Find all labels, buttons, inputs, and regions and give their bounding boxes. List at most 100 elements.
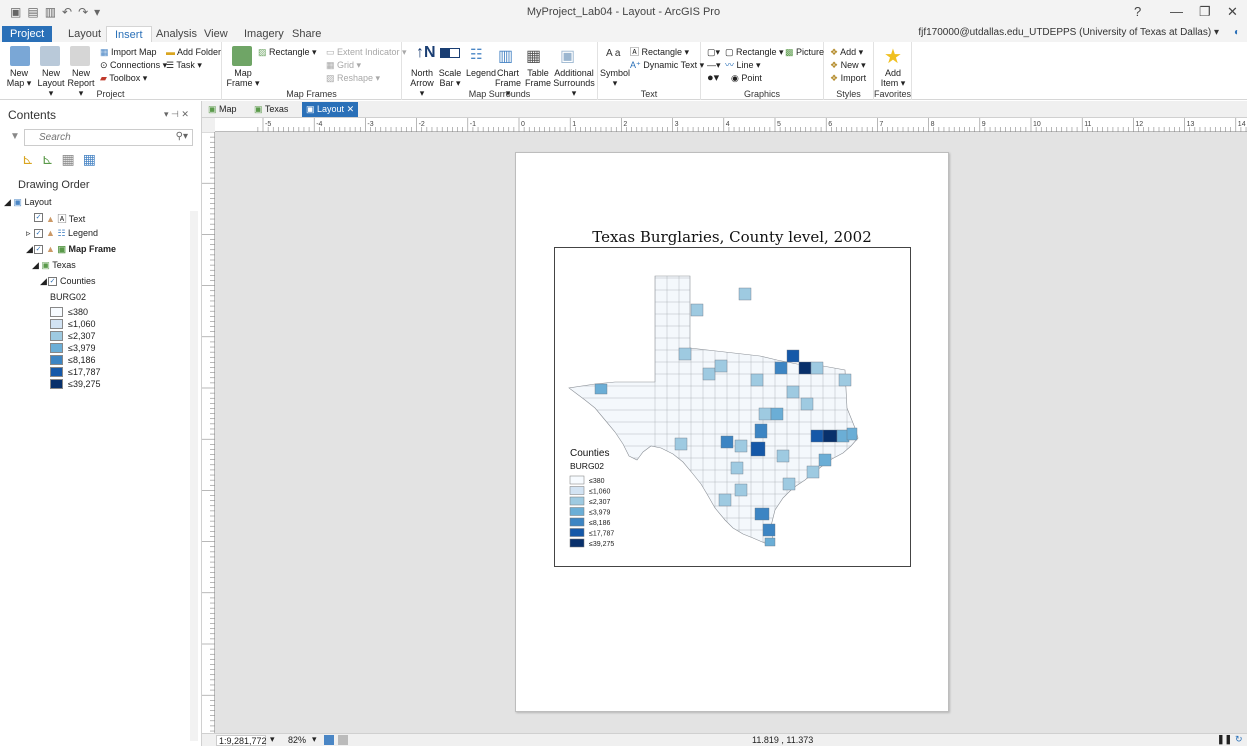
snapping-list-icon[interactable]: ▦: [83, 151, 96, 168]
refresh-icon[interactable]: ↻: [1235, 734, 1243, 745]
selection-list-icon[interactable]: ▦: [61, 151, 74, 168]
user-account[interactable]: fjf170000@utdallas.edu_UTDEPPS (Universi…: [918, 27, 1219, 38]
styles-add-button[interactable]: ❖ Add ▾: [830, 47, 863, 57]
search-icon[interactable]: ⚲▾: [176, 131, 188, 142]
rectangle-frame-button[interactable]: ▨ Rectangle ▾: [258, 47, 317, 57]
new-layout-icon: [40, 46, 60, 66]
contents-scrollbar[interactable]: [190, 211, 198, 741]
class-swatch[interactable]: [50, 355, 63, 365]
styles-new-button[interactable]: ❖ New ▾: [830, 60, 866, 70]
collapse-counties-icon[interactable]: ◢: [40, 276, 47, 287]
county: [714, 359, 728, 373]
drawing-order-icon[interactable]: ⊾: [22, 151, 34, 168]
tab-view[interactable]: View: [196, 26, 236, 42]
class-swatch[interactable]: [50, 331, 63, 341]
tab-layout[interactable]: Layout: [60, 26, 109, 42]
map-title-text[interactable]: Texas Burglaries, County level, 2002: [515, 228, 949, 246]
tab-insert[interactable]: Insert: [106, 26, 152, 42]
checkbox-counties[interactable]: ✓: [48, 277, 57, 286]
map-frame[interactable]: Counties BURG02 ≤380 ≤1,060 ≤2,307 ≤3,979 ≤8…: [554, 247, 911, 567]
expand-legend-icon[interactable]: ▹: [26, 228, 31, 239]
tree-item-map-frame[interactable]: ▲ ▣ Map Frame: [46, 244, 116, 255]
restore-button[interactable]: ❐: [1199, 4, 1211, 20]
new-map-icon: [10, 46, 30, 66]
class-swatch[interactable]: [50, 367, 63, 377]
styles-import-button[interactable]: ❖ Import: [830, 73, 866, 83]
pane-controls[interactable]: ▾ ⊣ ✕: [164, 109, 189, 120]
picture-button[interactable]: ▩ Picture: [785, 47, 824, 57]
fit-page-icon[interactable]: [324, 735, 334, 745]
symbol-button[interactable]: Symbol ▾: [600, 68, 630, 88]
tree-item-counties[interactable]: Counties: [60, 276, 96, 286]
class-swatch[interactable]: [50, 319, 63, 329]
point-button[interactable]: ◉ Point: [731, 73, 762, 83]
minimize-button[interactable]: —: [1170, 4, 1183, 19]
new-map-button[interactable]: New Map ▾: [2, 68, 36, 88]
notifications-icon[interactable]: ◐: [1234, 27, 1240, 38]
page-view-icon[interactable]: [338, 735, 348, 745]
reshape-button[interactable]: ▨ Reshape ▾: [326, 73, 380, 83]
tab-map-view[interactable]: ▣ Map: [204, 102, 241, 117]
extent-indicator-button[interactable]: ▭ Extent Indicator ▾: [326, 47, 407, 57]
class-swatch[interactable]: [50, 343, 63, 353]
map-view-icon: ▣: [208, 104, 217, 114]
tree-item-text[interactable]: ▲ 🄰 Text: [46, 212, 85, 225]
tree-item-layout[interactable]: ◢ ▣ Layout: [4, 197, 51, 208]
search-input[interactable]: [39, 131, 189, 144]
filter-icon[interactable]: ▼: [10, 131, 20, 142]
group-label-text: Text: [640, 89, 658, 99]
checkbox-legend[interactable]: ✓: [34, 229, 43, 238]
table-frame-button[interactable]: Table Frame: [524, 68, 552, 88]
add-item-button[interactable]: Add Item ▾: [880, 68, 906, 88]
map-legend[interactable]: Counties BURG02 ≤380 ≤1,060 ≤2,307 ≤3,979 ≤8…: [569, 448, 614, 548]
toolbox-button[interactable]: ▰ Toolbox ▾: [100, 73, 147, 83]
line-button[interactable]: 〰 Line ▾: [725, 60, 761, 70]
county: [762, 523, 776, 537]
tab-share[interactable]: Share: [284, 26, 329, 42]
tab-project[interactable]: Project: [2, 26, 53, 42]
map-frame-button[interactable]: Map Frame ▾: [226, 68, 260, 88]
dynamic-text-button[interactable]: A⁺ Dynamic Text ▾: [630, 60, 704, 70]
checkbox-map-frame[interactable]: ✓: [34, 245, 43, 254]
map-icon: ▣: [41, 260, 50, 270]
grid-button[interactable]: ▦ Grid ▾: [326, 60, 361, 70]
reshape-icon: ▨: [326, 73, 338, 83]
scale-box[interactable]: 1:9,281,772: [216, 735, 267, 746]
close-tab-icon[interactable]: ✕: [347, 104, 355, 114]
task-button[interactable]: ☰ Task ▾: [166, 60, 202, 70]
zoom-percent[interactable]: 82%: [288, 735, 306, 745]
scale-bar-button[interactable]: Scale Bar ▾: [436, 68, 464, 88]
import-map-button[interactable]: ▦ Import Map: [100, 47, 157, 57]
checkbox-text[interactable]: ✓: [34, 213, 43, 222]
text-rectangle-button[interactable]: 🄰 Rectangle ▾: [630, 47, 689, 57]
collapse-mapframe-icon[interactable]: ◢: [26, 244, 33, 255]
line-style-picker[interactable]: —▾: [707, 60, 721, 70]
help-button[interactable]: ?: [1134, 4, 1141, 19]
horizontal-ruler-ticks: -5 -4 -3 -2 -1 0 1 2 3 4 5 6 7 8 9 10 11 12 13 14: [257, 118, 1247, 132]
zoom-dropdown-icon[interactable]: ▾: [312, 734, 317, 745]
class-swatch[interactable]: [50, 307, 63, 317]
connections-button[interactable]: ⊙ Connections ▾: [100, 60, 167, 70]
lock-icon: ▲: [46, 228, 55, 238]
county: [776, 449, 790, 463]
graphics-rectangle-button[interactable]: ▢ Rectangle ▾: [725, 47, 784, 57]
source-list-icon[interactable]: ⊾: [42, 151, 54, 168]
legend-label: ≤3,979: [589, 510, 610, 517]
texas-county-map: Counties BURG02 ≤380 ≤1,060 ≤2,307 ≤3,979 ≤8…: [568, 275, 859, 548]
close-button[interactable]: ✕: [1227, 4, 1238, 20]
county: [754, 423, 768, 439]
tree-item-legend[interactable]: ▲ ☷ Legend: [46, 228, 98, 239]
point-style-picker[interactable]: ●▾: [707, 72, 720, 84]
tab-layout-view[interactable]: ▣ Layout ✕: [302, 102, 359, 117]
tab-texas-view[interactable]: ▣ Texas: [250, 102, 292, 117]
class-swatch[interactable]: [50, 379, 63, 389]
fill-color-picker[interactable]: ▢▾: [707, 47, 720, 57]
county: [810, 361, 824, 375]
lock-icon: ▲: [46, 214, 55, 224]
tree-item-texas[interactable]: ◢ ▣ Texas: [32, 260, 76, 271]
scale-dropdown-icon[interactable]: ▾: [270, 734, 275, 745]
point-style-icon: ●▾: [707, 72, 720, 84]
add-folder-button[interactable]: ▬ Add Folder: [166, 47, 221, 57]
legend-button[interactable]: Legend: [466, 68, 496, 78]
pause-drawing-icon[interactable]: ❚❚: [1217, 734, 1232, 745]
